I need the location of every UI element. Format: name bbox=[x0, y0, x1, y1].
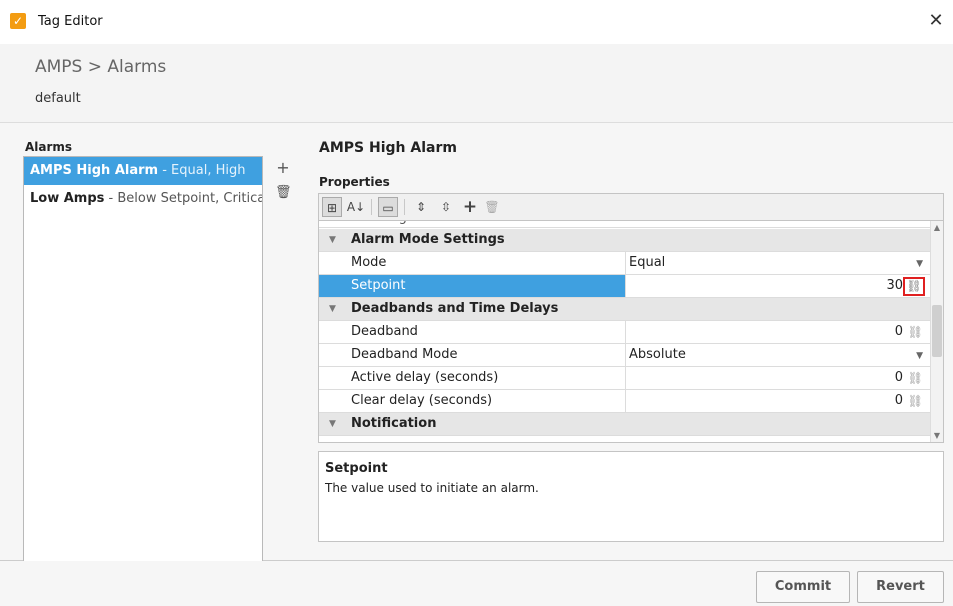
add-alarm-button[interactable]: + bbox=[275, 160, 291, 176]
title-bar: ✓ Tag Editor ✕ bbox=[0, 0, 953, 44]
property-name: Deadband bbox=[319, 321, 626, 343]
property-category[interactable]: ▼ Notification bbox=[319, 413, 931, 436]
properties-label: Properties bbox=[319, 175, 390, 189]
description-text: The value used to initiate an alarm. bbox=[325, 481, 539, 495]
category-label: Notification bbox=[351, 416, 437, 431]
alarm-list-item[interactable]: AMPS High Alarm - Equal, High bbox=[24, 157, 262, 185]
close-button[interactable]: ✕ bbox=[925, 10, 947, 32]
toolbar-divider bbox=[404, 199, 405, 215]
alarm-summary: - Below Setpoint, Critical bbox=[104, 191, 262, 206]
toolbar-divider bbox=[371, 199, 372, 215]
alarm-list-item[interactable]: Low Amps - Below Setpoint, Critical bbox=[24, 185, 262, 213]
category-label: Deadbands and Time Delays bbox=[351, 301, 559, 316]
property-value: 0 bbox=[894, 393, 903, 408]
alarm-name: AMPS High Alarm bbox=[30, 163, 159, 178]
breadcrumb: AMPS > Alarms bbox=[35, 57, 167, 77]
property-row[interactable]: Mode Equal ▼ bbox=[319, 252, 931, 275]
binding-link-icon[interactable]: ⛓ bbox=[908, 390, 923, 412]
property-value: 0 bbox=[894, 324, 903, 339]
property-pages-icon[interactable]: ▭ bbox=[378, 197, 398, 217]
alphabetical-sort-icon[interactable]: A↓ bbox=[346, 197, 366, 217]
property-category[interactable]: ▼ Alarm Mode Settings bbox=[319, 229, 931, 252]
property-row[interactable]: Active delay (seconds) 0 ⛓ bbox=[319, 367, 931, 390]
property-row[interactable]: Deadband Mode Absolute ▼ bbox=[319, 344, 931, 367]
delete-alarm-button[interactable]: 🗑 bbox=[275, 185, 292, 201]
property-value: 30 bbox=[886, 278, 903, 293]
alarm-title: AMPS High Alarm bbox=[319, 140, 457, 156]
dropdown-arrow-icon[interactable]: ▼ bbox=[916, 344, 923, 368]
revert-button[interactable]: Revert bbox=[857, 571, 944, 603]
property-value-cell[interactable]: 0 ⛓ bbox=[627, 390, 931, 412]
alarm-name: Low Amps bbox=[30, 191, 105, 206]
editor-header: AMPS > Alarms default bbox=[0, 44, 953, 123]
property-name: Active delay (seconds) bbox=[319, 367, 626, 389]
window-title: Tag Editor bbox=[38, 14, 103, 29]
property-description-panel: Setpoint The value used to initiate an a… bbox=[318, 451, 944, 542]
delete-property-icon[interactable]: 🗑 bbox=[482, 197, 502, 217]
property-value-cell[interactable]: Equal ▼ bbox=[627, 252, 931, 274]
description-title: Setpoint bbox=[325, 461, 388, 476]
property-name: Shelving Allowed bbox=[351, 221, 462, 225]
app-logo-icon: ✓ bbox=[10, 13, 26, 29]
dropdown-arrow-icon[interactable]: ▼ bbox=[916, 252, 923, 276]
scroll-up-icon[interactable]: ▲ bbox=[931, 221, 943, 233]
expand-all-icon[interactable]: ⇕ bbox=[411, 197, 431, 217]
collapse-all-icon[interactable]: ⇳ bbox=[436, 197, 456, 217]
property-value-cell[interactable]: 30 ⛓ bbox=[627, 275, 931, 297]
property-value: Absolute bbox=[629, 347, 686, 362]
binding-link-icon[interactable]: ⛓ bbox=[908, 321, 923, 343]
property-row[interactable]: Deadband 0 ⛓ bbox=[319, 321, 931, 344]
property-name: Clear delay (seconds) bbox=[319, 390, 626, 412]
alarms-list: AMPS High Alarm - Equal, High Low Amps - … bbox=[23, 156, 263, 571]
property-toolbar: ⊞ A↓ ▭ ⇕ ⇳ + 🗑 bbox=[318, 193, 944, 221]
property-row[interactable]: Setpoint 30 ⛓ bbox=[319, 275, 931, 298]
alarm-summary: - Equal, High bbox=[158, 163, 246, 178]
property-name: Setpoint bbox=[319, 275, 626, 297]
property-value: Equal bbox=[629, 255, 666, 270]
property-value: true bbox=[629, 221, 656, 225]
footer: Commit Revert bbox=[0, 561, 953, 606]
property-name: Mode bbox=[319, 252, 626, 274]
property-category[interactable]: ▼ Deadbands and Time Delays bbox=[319, 298, 931, 321]
alarms-section-label: Alarms bbox=[25, 140, 73, 154]
categorized-view-icon[interactable]: ⊞ bbox=[322, 197, 342, 217]
property-value-cell[interactable]: Absolute ▼ bbox=[627, 344, 931, 366]
property-row[interactable]: Clear delay (seconds) 0 ⛓ bbox=[319, 390, 931, 413]
binding-link-icon[interactable]: ⛓ bbox=[908, 367, 923, 389]
binding-link-icon[interactable]: ⛓ bbox=[903, 277, 925, 296]
add-property-icon[interactable]: + bbox=[460, 197, 480, 217]
partial-property-row[interactable]: Shelving Allowed true bbox=[319, 221, 931, 228]
vertical-scrollbar[interactable]: ▲ ▼ bbox=[930, 221, 943, 442]
content-area: Alarms AMPS High Alarm - Equal, High Low … bbox=[0, 123, 953, 571]
commit-button[interactable]: Commit bbox=[756, 571, 850, 603]
category-label: Alarm Mode Settings bbox=[351, 232, 505, 247]
tag-provider-label: default bbox=[35, 91, 81, 106]
scroll-thumb[interactable] bbox=[932, 305, 942, 357]
property-grid: Shelving Allowed true ▼Alarm Mode Settin… bbox=[318, 221, 944, 443]
property-value-cell[interactable]: 0 ⛓ bbox=[627, 367, 931, 389]
property-name: Deadband Mode bbox=[319, 344, 626, 366]
property-value-cell[interactable]: 0 ⛓ bbox=[627, 321, 931, 343]
property-value: 0 bbox=[894, 370, 903, 385]
scroll-down-icon[interactable]: ▼ bbox=[931, 430, 943, 442]
